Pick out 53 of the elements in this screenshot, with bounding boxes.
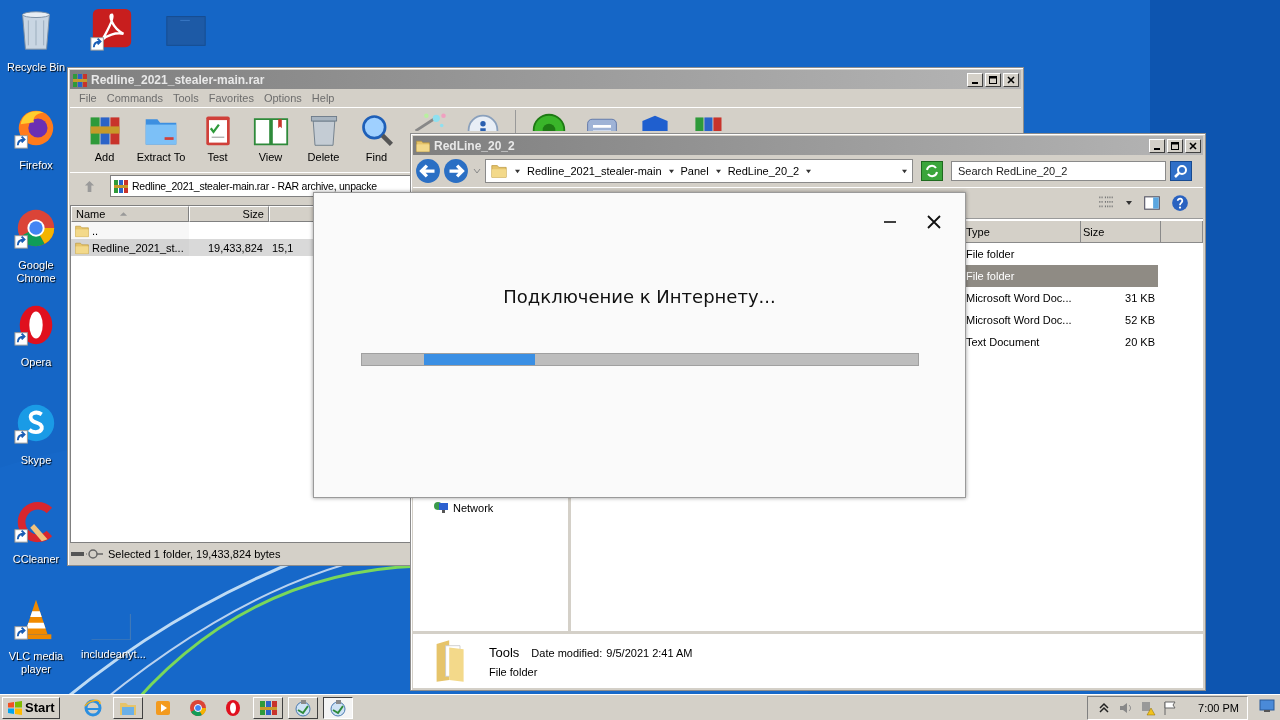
column-header[interactable]: Size (1081, 221, 1161, 243)
menu-item[interactable]: Favorites (203, 92, 259, 104)
file-type: File folder (966, 270, 1015, 282)
file-type: File folder (966, 248, 1015, 260)
file-size: 31 KB (1125, 292, 1155, 304)
breadcrumb-item[interactable]: Redline_2021_stealer-main (527, 165, 662, 177)
file-size: 52 KB (1125, 314, 1155, 326)
menu-item[interactable]: Tools (168, 92, 204, 104)
file-type: Microsoft Word Doc... (966, 314, 1072, 326)
clock[interactable]: 7:00 PM (1198, 701, 1239, 714)
start-button[interactable]: Start (2, 696, 60, 719)
breadcrumb-item[interactable]: RedLine_20_2 (727, 165, 800, 177)
desktop-icon-label[interactable]: CCleaner (12, 553, 60, 566)
status-text: Selected 1 folder, 19,433,824 bytes (108, 548, 282, 560)
address-bar[interactable]: Redline_2021_stealer-main Panel RedLine_20_2 (485, 159, 913, 183)
file-name: Redline_2021_st... (92, 241, 184, 254)
desktop-icon-label[interactable]: VLC media player (6, 650, 66, 676)
desktop-icon-label[interactable]: Skype (20, 454, 52, 467)
file-row[interactable]: File folder (964, 243, 1158, 265)
file-size: 20 KB (1125, 336, 1155, 348)
toolbar-button[interactable]: Find (350, 110, 403, 165)
toolbar-button[interactable]: Extract To (131, 110, 191, 165)
column-header[interactable]: Name (71, 206, 189, 222)
menu-item[interactable]: Commands (101, 92, 168, 104)
breadcrumb-item[interactable]: Panel (680, 165, 709, 177)
column-header[interactable]: Type (964, 221, 1081, 243)
file-type: Microsoft Word Doc... (966, 292, 1072, 304)
date-value: 9/5/2021 2:41 AM (606, 646, 693, 659)
menu-item[interactable]: Options (258, 92, 307, 104)
search-field[interactable]: Search RedLine_20_2 (951, 161, 1166, 181)
nav-item[interactable]: Network (433, 500, 568, 516)
window-title: Redline_2021_stealer-main.rar (91, 72, 266, 87)
toolbar-button[interactable]: View (244, 110, 297, 165)
column-header[interactable]: Size (189, 206, 269, 222)
desktop-icon-label[interactable]: Recycle Bin (6, 61, 66, 74)
packed-size: 15,1 (272, 241, 294, 254)
file-size: 19,433,824 (207, 241, 263, 254)
toolbar-button[interactable]: Delete (297, 110, 350, 165)
toolbar-button[interactable]: Test (191, 110, 244, 165)
toolbar-button[interactable]: Add (78, 110, 131, 165)
file-row[interactable]: Text Document 20 KB (964, 331, 1158, 353)
status-message: Подключение к Интернету... (503, 286, 776, 307)
desktop-icon-label[interactable]: Firefox (19, 159, 53, 172)
date-label: Date modified: (531, 646, 603, 659)
file-type: Text Document (966, 336, 1040, 348)
desktop-icon-label[interactable]: Google Chrome (6, 259, 66, 285)
window-title: RedLine_20_2 (434, 138, 516, 153)
item-type: File folder (489, 665, 539, 678)
file-row[interactable]: Microsoft Word Doc... 31 KB (964, 287, 1158, 309)
desktop-icon-label[interactable]: Opera (20, 356, 52, 369)
item-name: Tools (489, 644, 520, 660)
file-name: .. (92, 224, 99, 237)
file-row[interactable]: Microsoft Word Doc... 52 KB (964, 309, 1158, 331)
